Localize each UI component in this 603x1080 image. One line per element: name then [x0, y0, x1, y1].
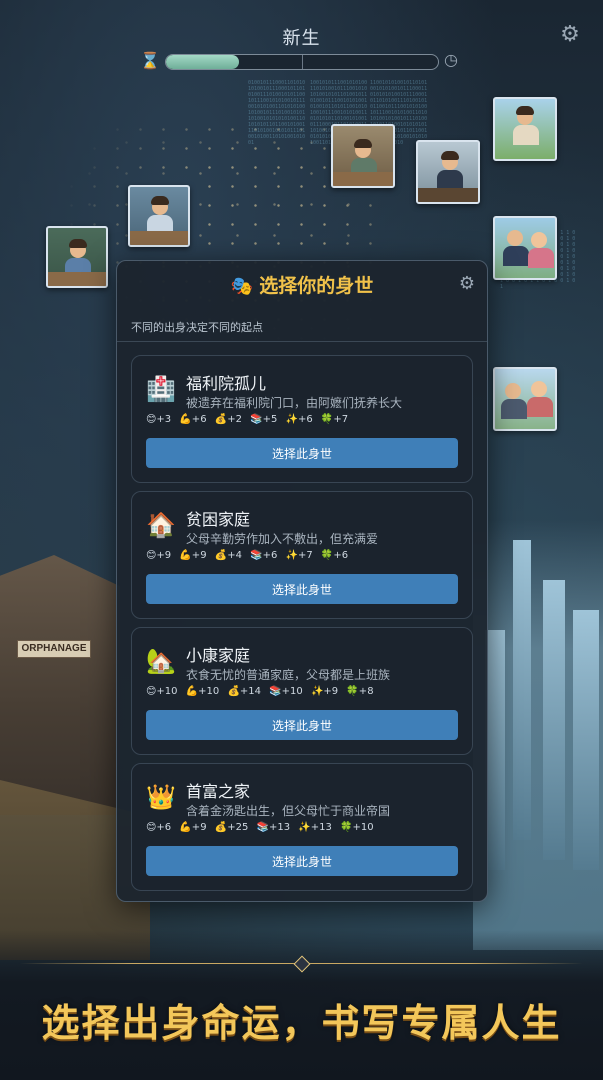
- panel-title-text: 选择你的身世: [259, 275, 374, 297]
- stat-knowledge: 📚+5: [250, 414, 278, 425]
- origin-title: 小康家庭: [186, 646, 251, 665]
- life-progress-bar: [165, 54, 439, 70]
- stat-health: 💪+9: [179, 550, 207, 561]
- origin-title: 福利院孤儿: [186, 374, 267, 393]
- select-origin-button[interactable]: 选择此身世: [146, 710, 458, 740]
- stat-health: 💪+9: [179, 822, 207, 833]
- origin-card-orphan: 🏥 福利院孤儿 被遗弃在福利院门口，由阿嬷们抚养长大 😊+3 💪+6 💰+2 📚…: [131, 355, 473, 483]
- panel-title: 🎭 选择你的身世: [117, 271, 487, 298]
- page-title: 新生: [282, 28, 321, 49]
- hospital-icon: 🏥: [146, 375, 176, 403]
- origin-desc: 含着金汤匙出生，但父母忙于商业帝国: [186, 804, 391, 818]
- stat-luck: 🍀+8: [346, 686, 374, 697]
- house-icon: 🏠: [146, 511, 176, 539]
- origin-card-poor: 🏠 贫困家庭 父母辛勤劳作加入不敷出，但充满爱 😊+9 💪+9 💰+4 📚+6 …: [131, 491, 473, 619]
- stat-wealth: 💰+4: [214, 550, 242, 561]
- origin-card-richest: 👑 首富之家 含着金汤匙出生，但父母忙于商业帝国 😊+6 💪+9 💰+25 📚+…: [131, 763, 473, 891]
- house-garden-icon: 🏡: [146, 647, 176, 675]
- origin-stats: 😊+3 💪+6 💰+2 📚+5 ✨+6 🍀+7: [146, 414, 353, 425]
- select-origin-button[interactable]: 选择此身世: [146, 438, 458, 468]
- thumb-child-studying: [46, 226, 108, 288]
- progress-fill: [166, 55, 240, 69]
- select-origin-button[interactable]: 选择此身世: [146, 574, 458, 604]
- thumb-office-worker: [416, 140, 480, 204]
- progress-tick: [302, 55, 303, 69]
- stat-happiness: 😊+3: [146, 414, 172, 425]
- hourglass-icon: ⌛: [140, 51, 160, 70]
- origin-stats: 😊+6 💪+9 💰+25 📚+13 ✨+13 🍀+10: [146, 822, 379, 833]
- crown-icon: 👑: [146, 783, 176, 811]
- stat-luck: 🍀+6: [320, 550, 349, 561]
- theater-masks-icon: 🎭: [230, 276, 254, 297]
- stat-charm: ✨+6: [285, 414, 313, 425]
- gear-icon[interactable]: ⚙: [557, 22, 583, 48]
- orphanage-sign: ORPHANAGE: [17, 640, 91, 658]
- stat-knowledge: 📚+13: [256, 822, 291, 833]
- origin-selection-panel: 🎭 选择你的身世 ⚙ 不同的出身决定不同的起点 🏥 福利院孤儿 被遗弃在福利院门口…: [116, 260, 488, 902]
- stat-wealth: 💰+14: [227, 686, 262, 697]
- stat-happiness: 😊+9: [146, 550, 172, 561]
- stat-charm: ✨+7: [285, 550, 313, 561]
- stat-happiness: 😊+6: [146, 822, 172, 833]
- stat-wealth: 💰+2: [214, 414, 242, 425]
- stat-knowledge: 📚+6: [250, 550, 278, 561]
- thumb-traveler: [493, 97, 557, 161]
- thumb-family: [493, 367, 557, 431]
- origin-desc: 被遗弃在福利院门口，由阿嬷们抚养长大: [186, 396, 403, 410]
- origin-desc: 父母辛勤劳作加入不敷出，但充满爱: [186, 532, 379, 546]
- origin-desc: 衣食无忧的普通家庭，父母都是上班族: [186, 668, 391, 682]
- clock-icon: ◷: [444, 50, 458, 69]
- stat-wealth: 💰+25: [214, 822, 249, 833]
- panel-divider: [117, 341, 487, 342]
- origin-title: 首富之家: [186, 782, 251, 801]
- panel-subtitle: 不同的出身决定不同的起点: [131, 321, 263, 334]
- select-origin-button[interactable]: 选择此身世: [146, 846, 458, 876]
- stat-health: 💪+6: [179, 414, 207, 425]
- orphanage-building: [0, 555, 120, 815]
- thumb-couple-travel: [493, 216, 557, 280]
- thumb-teen-studying: [331, 124, 395, 188]
- stat-luck: 🍀+10: [340, 822, 374, 833]
- origin-title: 贫困家庭: [186, 510, 251, 529]
- slogan-banner: 选择出身命运，书写专属人生: [41, 1000, 562, 1045]
- stat-health: 💪+10: [185, 686, 220, 697]
- origin-stats: 😊+10 💪+10 💰+14 📚+10 ✨+9 🍀+8: [146, 686, 379, 697]
- stat-luck: 🍀+7: [320, 414, 349, 425]
- stat-knowledge: 📚+10: [269, 686, 303, 697]
- stat-charm: ✨+13: [298, 822, 332, 833]
- stat-charm: ✨+9: [310, 686, 339, 697]
- stat-happiness: 😊+10: [146, 686, 178, 697]
- future-city: [473, 520, 603, 950]
- origin-card-middle-class: 🏡 小康家庭 衣食无忧的普通家庭，父母都是上班族 😊+10 💪+10 💰+14 …: [131, 627, 473, 755]
- origin-stats: 😊+9 💪+9 💰+4 📚+6 ✨+7 🍀+6: [146, 550, 353, 561]
- thumb-student-girl: [128, 185, 190, 247]
- gear-icon[interactable]: ⚙: [459, 273, 475, 294]
